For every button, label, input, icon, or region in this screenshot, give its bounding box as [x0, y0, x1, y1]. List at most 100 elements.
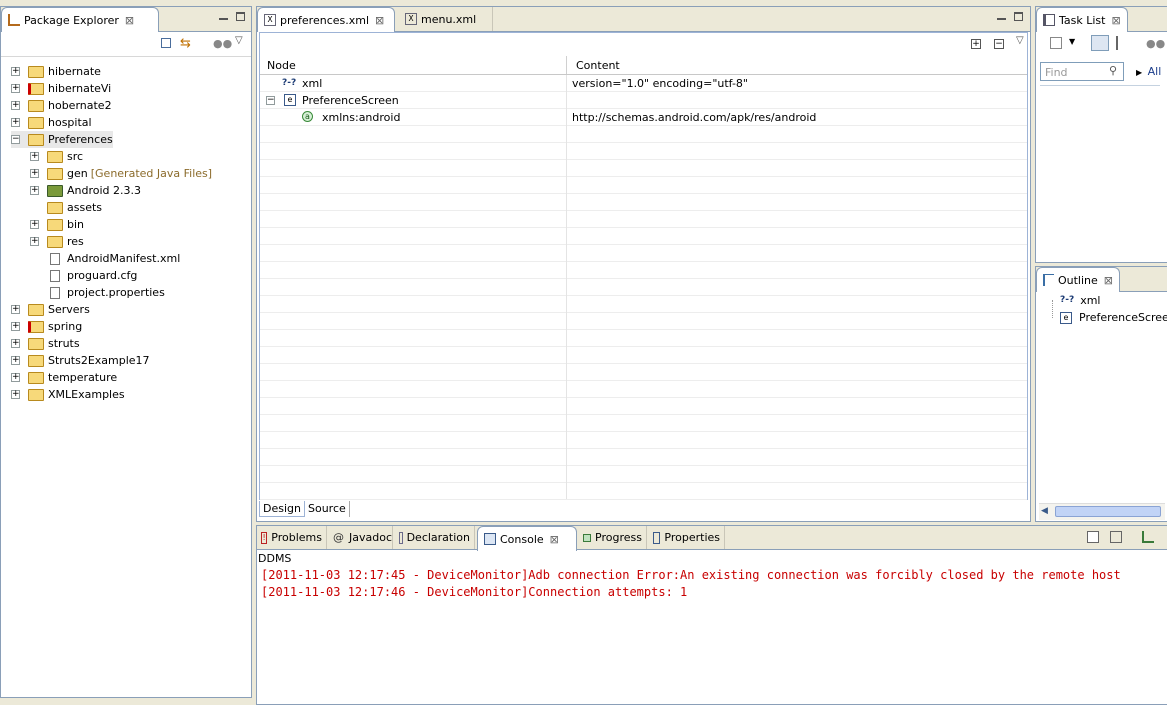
- tree-item-struts[interactable]: + struts: [11, 335, 80, 352]
- column-header-node[interactable]: Node: [267, 59, 296, 72]
- android-project-icon: [28, 133, 44, 146]
- expand-icon[interactable]: +: [11, 305, 20, 314]
- tree-item-src[interactable]: + src: [30, 148, 83, 165]
- collapse-all-icon[interactable]: [161, 38, 171, 48]
- project-icon: [28, 116, 44, 129]
- scroll-lock-icon[interactable]: [1110, 531, 1122, 543]
- source-folder-icon: [47, 150, 63, 163]
- expand-icon[interactable]: +: [11, 356, 20, 365]
- tree-item-preferences[interactable]: − Preferences: [11, 131, 113, 148]
- expand-icon[interactable]: +: [30, 186, 39, 195]
- collapse-all-icon[interactable]: −: [994, 39, 1004, 49]
- content-cell[interactable]: version="1.0" encoding="utf-8": [572, 77, 748, 90]
- table-row[interactable]: − e PreferenceScreen: [260, 92, 1027, 109]
- tree-item-hibernate[interactable]: + hibernate: [11, 63, 101, 80]
- tree-item-androidmanifest-xml[interactable]: AndroidManifest.xml: [30, 250, 180, 267]
- expand-icon[interactable]: +: [30, 169, 39, 178]
- maximize-icon[interactable]: [1014, 12, 1023, 21]
- scrollbar-thumb[interactable]: [1055, 506, 1161, 517]
- column-header-content[interactable]: Content: [576, 59, 620, 72]
- new-task-icon[interactable]: [1050, 37, 1062, 49]
- tree-item-servers[interactable]: + Servers: [11, 301, 90, 318]
- project-icon: [28, 354, 44, 367]
- expand-icon[interactable]: +: [11, 84, 20, 93]
- expand-icon[interactable]: +: [30, 220, 39, 229]
- expand-all-icon[interactable]: +: [971, 39, 981, 49]
- tree-item-hospital[interactable]: + hospital: [11, 114, 92, 131]
- tree-item-res[interactable]: + res: [30, 233, 84, 250]
- expand-icon[interactable]: +: [30, 152, 39, 161]
- tab-source[interactable]: Source: [305, 501, 350, 517]
- expand-icon[interactable]: +: [11, 322, 20, 331]
- close-icon[interactable]: ⊠: [550, 533, 559, 546]
- table-row[interactable]: a xmlns:android http://schemas.android.com…: [260, 109, 1027, 126]
- tab-package-explorer[interactable]: Package Explorer ⊠: [1, 7, 159, 32]
- dropdown-arrow-icon[interactable]: ▼: [1069, 37, 1075, 46]
- tree-item-label: assets: [67, 201, 103, 214]
- expand-icon[interactable]: +: [30, 237, 39, 246]
- view-menu-filter-icon[interactable]: ●●: [1146, 37, 1165, 50]
- scheduled-icon[interactable]: [1116, 36, 1130, 50]
- find-input[interactable]: Find ⚲: [1040, 62, 1124, 81]
- outline-item-xml[interactable]: ?-? xml: [1060, 292, 1100, 309]
- collapse-icon[interactable]: −: [11, 135, 20, 144]
- tree-item-struts2example17[interactable]: + Struts2Example17: [11, 352, 150, 369]
- tree-item-temperature[interactable]: + temperature: [11, 369, 117, 386]
- categorized-icon[interactable]: [1091, 35, 1109, 51]
- xml-file-icon: [50, 252, 60, 265]
- tree-item-gen[interactable]: + gen [Generated Java Files]: [30, 165, 212, 182]
- outline-item-preferencescreen[interactable]: e PreferenceScreen: [1060, 309, 1167, 326]
- tree-item-hibernatevi[interactable]: + hibernateVi: [11, 80, 111, 97]
- tab-properties[interactable]: Properties: [649, 526, 725, 549]
- tab-progress[interactable]: Progress: [579, 526, 647, 549]
- content-cell[interactable]: http://schemas.android.com/apk/res/andro…: [572, 111, 816, 124]
- pin-console-icon[interactable]: [1142, 531, 1154, 543]
- expand-icon[interactable]: +: [11, 373, 20, 382]
- link-with-editor-icon[interactable]: ⇆: [180, 36, 191, 51]
- maximize-icon[interactable]: [236, 12, 245, 21]
- node-cell: PreferenceScreen: [302, 94, 399, 107]
- clear-console-icon[interactable]: [1087, 531, 1099, 543]
- tab-task-list[interactable]: Task List ⊠: [1036, 7, 1128, 32]
- tree-item-decoration: [Generated Java Files]: [90, 167, 213, 180]
- tree-item-bin[interactable]: + bin: [30, 216, 84, 233]
- outline-view: Outline ⊠ ?-? xml e PreferenceScreen ◀: [1035, 266, 1167, 522]
- tab-outline[interactable]: Outline ⊠: [1036, 267, 1120, 292]
- collapse-icon[interactable]: −: [266, 96, 275, 105]
- close-icon[interactable]: ⊠: [1111, 14, 1120, 27]
- close-icon[interactable]: ⊠: [1104, 274, 1113, 287]
- tab-javadoc[interactable]: @ Javadoc: [329, 526, 393, 549]
- minimize-icon[interactable]: [997, 15, 1006, 20]
- expand-icon[interactable]: +: [11, 339, 20, 348]
- expand-icon[interactable]: +: [11, 118, 20, 127]
- tree-item-xmlexamples[interactable]: + XMLExamples: [11, 386, 125, 403]
- table-row[interactable]: ?-? xml version="1.0" encoding="utf-8": [260, 75, 1027, 92]
- tree-item-assets[interactable]: assets: [30, 199, 102, 216]
- column-divider[interactable]: [566, 56, 567, 74]
- close-icon[interactable]: ⊠: [375, 14, 384, 27]
- scroll-left-icon[interactable]: ◀: [1041, 506, 1048, 516]
- expand-icon[interactable]: +: [11, 101, 20, 110]
- tab-menu-xml[interactable]: X menu.xml: [399, 7, 493, 31]
- tree-item-spring[interactable]: + spring: [11, 318, 82, 335]
- outline-horizontal-scrollbar[interactable]: ◀: [1039, 503, 1165, 520]
- view-menu-icon[interactable]: ▽: [235, 35, 243, 46]
- tab-console[interactable]: Console ⊠: [477, 526, 577, 551]
- close-icon[interactable]: ⊠: [125, 14, 134, 27]
- expand-icon[interactable]: +: [11, 390, 20, 399]
- tree-guide-line: [1052, 300, 1054, 318]
- view-menu-filter-icon[interactable]: ●●: [213, 37, 232, 50]
- view-menu-icon[interactable]: ▽: [1016, 35, 1024, 46]
- tree-item-project-properties[interactable]: project.properties: [30, 284, 165, 301]
- tab-declaration[interactable]: Declaration: [395, 526, 475, 549]
- tab-problems[interactable]: ! Problems: [257, 526, 327, 549]
- tree-item-hobernate2[interactable]: + hobernate2: [11, 97, 112, 114]
- tree-item-proguard-cfg[interactable]: proguard.cfg: [30, 267, 137, 284]
- tab-preferences-xml[interactable]: X preferences.xml ⊠: [257, 7, 395, 32]
- tree-item-android-2-3-3[interactable]: + Android 2.3.3: [30, 182, 141, 199]
- all-filter-button[interactable]: ▶ All: [1136, 65, 1161, 78]
- tab-design[interactable]: Design: [259, 501, 305, 517]
- expand-icon[interactable]: +: [11, 67, 20, 76]
- minimize-icon[interactable]: [219, 15, 228, 20]
- project-icon: [28, 337, 44, 350]
